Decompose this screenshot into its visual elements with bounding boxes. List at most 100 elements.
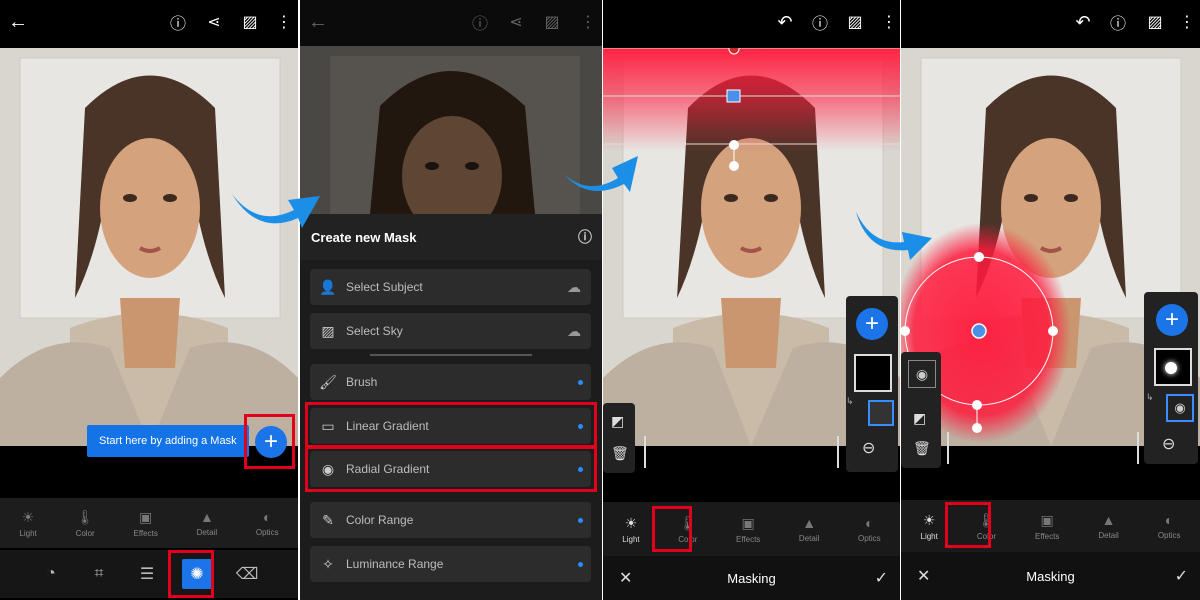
range-marker-right — [837, 436, 839, 468]
step-arrow-icon — [564, 156, 638, 192]
compare-icon[interactable]: ▨ — [841, 8, 869, 36]
optics-icon: ◐ — [263, 509, 272, 525]
tool-light[interactable]: ☀ Light — [622, 515, 639, 544]
radial-gradient-icon: ◉ — [915, 365, 929, 382]
compare-icon[interactable]: ▨ — [1141, 8, 1169, 36]
share-icon[interactable]: ⋖ — [502, 8, 530, 36]
step-arrow-icon — [856, 212, 932, 260]
help-icon[interactable]: ⓘ — [466, 8, 494, 36]
cloud-icon: ☁ — [567, 278, 581, 295]
menu-item-luminance-range[interactable]: ✧ Luminance Range — [310, 546, 591, 582]
radial-mask-thumbnail[interactable]: ◉ — [908, 360, 936, 388]
tool-optics[interactable]: ◐ Optics — [1158, 512, 1181, 540]
effects-icon: ▣ — [1040, 511, 1054, 528]
compare-icon[interactable]: ▨ — [236, 8, 264, 36]
highlight-light-tool — [945, 502, 991, 548]
compare-icon[interactable]: ▨ — [538, 8, 566, 36]
photo-canvas-dimmed — [300, 46, 602, 214]
mask-thumbnail[interactable] — [854, 354, 892, 392]
back-arrow-icon[interactable]: ← — [304, 8, 332, 36]
bottom-nav: ◔ ⌗ ☰ ✺ ⌫ — [0, 550, 298, 598]
more-icon[interactable]: ⋮ — [270, 8, 298, 36]
invert-mask-icon[interactable]: ◩ — [913, 410, 926, 427]
undo-icon[interactable]: ↶ — [1069, 8, 1097, 36]
help-icon[interactable]: ⓘ — [1104, 8, 1132, 36]
highlight-add-mask — [244, 414, 295, 469]
menu-item-select-subject[interactable]: 👤 Select Subject ☁ — [310, 269, 591, 305]
masking-title: Masking — [727, 570, 776, 586]
linear-gradient-submask-thumbnail[interactable] — [868, 400, 894, 426]
check-icon[interactable]: ✓ — [875, 568, 888, 588]
bottom-bar: ✕ Masking ✓ — [901, 552, 1200, 600]
tool-detail[interactable]: ▲ Detail — [799, 515, 819, 543]
presets-icon[interactable]: ◔ — [38, 561, 64, 587]
thermometer-icon: 🌡 — [76, 508, 95, 525]
invert-mask-icon[interactable]: ◩ — [611, 413, 624, 430]
menu-item-select-sky[interactable]: ▨ Select Sky ☁ — [310, 313, 591, 349]
brush-icon: 🖌 — [319, 373, 337, 390]
close-icon[interactable]: ✕ — [619, 568, 632, 588]
effects-icon: ▣ — [139, 508, 153, 525]
range-marker-left — [644, 436, 646, 468]
add-mask-tooltip: Start here by adding a Mask — [87, 425, 249, 457]
submask-link-icon: ↳ — [846, 396, 854, 406]
effects-icon: ▣ — [741, 514, 755, 531]
help-icon[interactable]: ⓘ — [578, 227, 592, 247]
light-icon: ☀ — [624, 514, 638, 531]
close-icon[interactable]: ✕ — [917, 566, 930, 586]
submask-link-icon: ↳ — [1146, 392, 1154, 402]
panel-radial-gradient: ↶ ⓘ ▨ ⋮ ◉ ◩ 🗑 + ↳ ◉ ⊖ ☀ Light 🌡 Color ▣ … — [901, 0, 1200, 600]
color-range-icon: ✎ — [322, 511, 334, 528]
new-dot-indicator — [578, 517, 583, 523]
tool-color[interactable]: 🌡 Color — [76, 509, 95, 538]
masking-title: Masking — [1026, 568, 1075, 584]
eraser-icon[interactable]: ⌫ — [234, 561, 260, 587]
tool-effects[interactable]: ▣ Effects — [736, 515, 760, 544]
tool-detail[interactable]: ▲ Detail — [197, 509, 217, 537]
mask-thumbnail[interactable] — [1154, 348, 1192, 386]
bottom-bar: ✕ Masking ✓ — [603, 556, 900, 600]
mask-action-panel: ◉ ◩ 🗑 — [901, 352, 941, 468]
more-icon[interactable]: ⋮ — [1173, 8, 1200, 36]
mask-list-panel: + ↳ ◉ ⊖ — [1144, 292, 1198, 464]
more-icon[interactable]: ⋮ — [875, 8, 900, 36]
trash-icon[interactable]: 🗑 — [913, 440, 931, 457]
cloud-icon: ☁ — [567, 322, 581, 339]
highlight-radial-gradient — [305, 446, 597, 492]
help-icon[interactable]: ⓘ — [806, 8, 834, 36]
undo-icon[interactable]: ↶ — [771, 8, 799, 36]
help-icon[interactable]: ⓘ — [164, 8, 192, 36]
detail-icon: ▲ — [199, 509, 214, 525]
tool-optics[interactable]: ◐ Optics — [858, 515, 881, 543]
menu-item-brush[interactable]: 🖌 Brush — [310, 364, 591, 400]
tool-optics[interactable]: ◐ Optics — [256, 509, 279, 537]
photo-canvas[interactable] — [0, 48, 298, 446]
tool-detail[interactable]: ▲ Detail — [1098, 512, 1118, 540]
panel-edit-view: ← ⓘ ⋖ ▨ ⋮ Start here by adding a Mask + … — [0, 0, 298, 600]
check-icon[interactable]: ✓ — [1175, 566, 1188, 586]
radial-gradient-submask-thumbnail[interactable]: ◉ — [1166, 394, 1194, 422]
subtract-mask-icon[interactable]: ⊖ — [1162, 434, 1175, 454]
back-arrow-icon[interactable]: ← — [4, 8, 32, 36]
share-icon[interactable]: ⋖ — [200, 8, 228, 36]
more-icon[interactable]: ⋮ — [574, 8, 602, 36]
trash-icon[interactable]: 🗑 — [611, 445, 629, 462]
detail-icon: ▲ — [802, 515, 817, 531]
panel-linear-gradient: ↶ ⓘ ▨ ⋮ ◩ 🗑 + ↳ ⊖ ☀ Light 🌡 Color ▣ Effe… — [603, 0, 900, 600]
range-marker-left — [947, 432, 949, 464]
subtract-mask-icon[interactable]: ⊖ — [862, 438, 875, 458]
sliders-icon[interactable]: ☰ — [134, 561, 160, 587]
tool-effects[interactable]: ▣ Effects — [134, 509, 158, 538]
tool-light[interactable]: ☀ Light — [19, 509, 36, 538]
add-mask-button[interactable]: + — [856, 308, 888, 340]
tool-effects[interactable]: ▣ Effects — [1035, 512, 1059, 541]
menu-item-color-range[interactable]: ✎ Color Range — [310, 502, 591, 538]
tool-light[interactable]: ☀ Light — [921, 512, 938, 541]
person-icon: 👤 — [319, 278, 337, 295]
mask-preview-dot — [1165, 362, 1177, 374]
add-mask-button[interactable]: + — [1156, 304, 1188, 336]
panel-create-mask: ← ⓘ ⋖ ▨ ⋮ Create new Mask ⓘ 👤 Select Sub… — [300, 0, 602, 600]
optics-icon: ◐ — [1164, 512, 1174, 528]
menu-title: Create new Mask — [311, 229, 417, 245]
crop-icon[interactable]: ⌗ — [86, 561, 112, 587]
